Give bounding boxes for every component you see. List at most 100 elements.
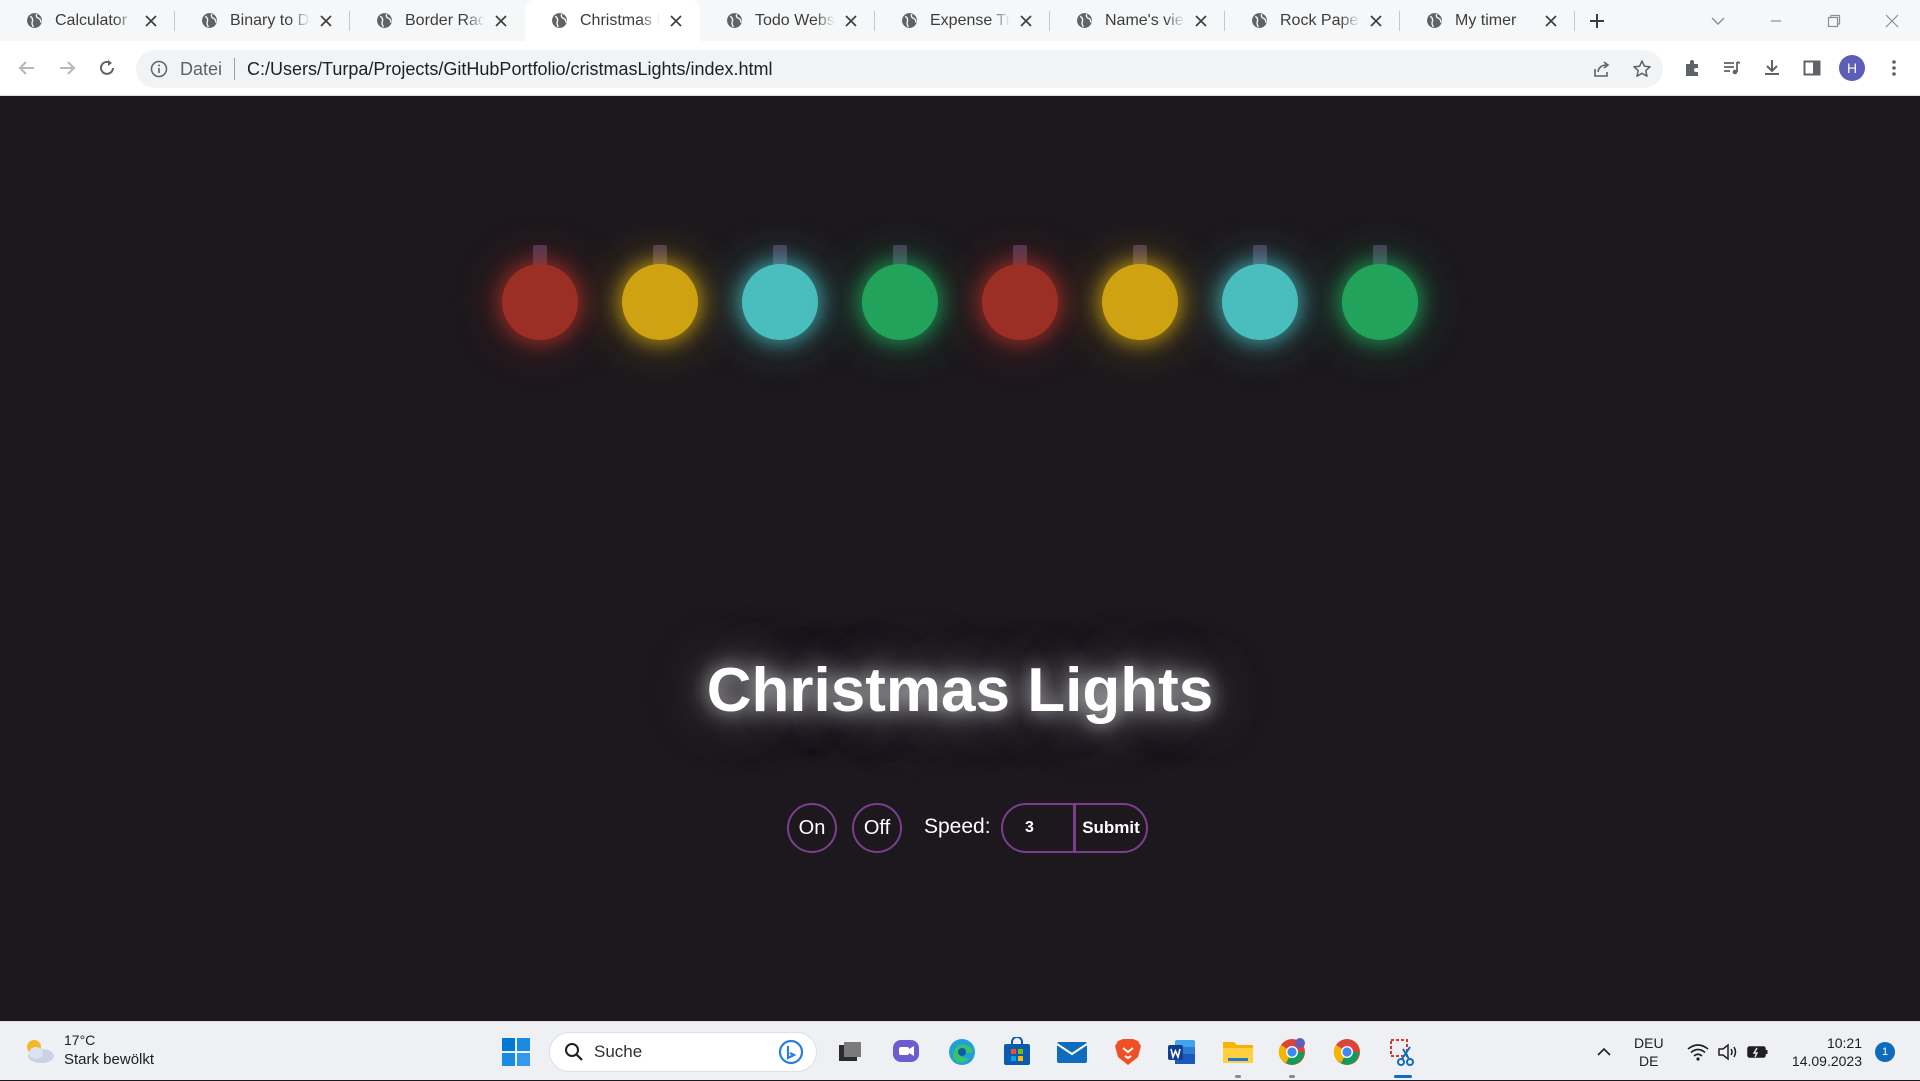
close-icon[interactable] [1191,11,1211,31]
close-icon[interactable] [491,11,511,31]
speed-input[interactable] [1003,805,1073,851]
globe-icon [377,13,392,28]
globe-icon [727,13,742,28]
globe-icon [27,13,42,28]
address-divider [234,58,236,80]
tab-title: Border Radius [405,11,485,29]
search-icon [565,1043,583,1061]
bulb-cap [893,245,907,265]
minimize-button[interactable] [1748,0,1804,41]
task-view-icon [839,1042,861,1061]
tab-calculator[interactable]: Calculator [0,0,175,41]
notification-badge[interactable]: 1 [1875,1042,1895,1062]
close-icon[interactable] [666,11,686,31]
chrome-icon [1278,1038,1305,1065]
tab-names-viewer[interactable]: Name's viewer [1050,0,1225,41]
weather-temperature[interactable]: 17°C [64,1032,95,1048]
volume-button[interactable] [1714,1022,1742,1081]
globe-icon [1077,13,1092,28]
snipping-tool-button[interactable] [1383,1032,1423,1072]
battery-button[interactable] [1744,1022,1772,1081]
edge-icon [949,1039,975,1065]
tab-title: Christmas Lights [580,11,660,29]
show-hidden-icons-button[interactable] [1590,1022,1618,1081]
word-icon [1168,1040,1195,1064]
close-icon[interactable] [1366,11,1386,31]
folder-icon [1223,1042,1253,1063]
speed-form: Submit [1001,803,1148,853]
share-button[interactable] [1584,50,1620,88]
off-button[interactable]: Off [852,803,902,853]
start-button[interactable] [496,1032,536,1072]
light-bulb [1342,264,1418,340]
address-bar[interactable]: Datei C:/Users/Turpa/Projects/GitHubPort… [136,50,1663,88]
close-icon[interactable] [841,11,861,31]
brave-browser-button[interactable] [1108,1032,1148,1072]
system-clock[interactable]: 10:21 14.09.2023 [1786,1034,1862,1070]
url-text[interactable]: C:/Users/Turpa/Projects/GitHubPortfolio/… [247,59,773,80]
extensions-button[interactable] [1676,52,1708,84]
active-app-indicator [1394,1075,1412,1078]
globe-icon [1252,13,1267,28]
close-icon[interactable] [1016,11,1036,31]
file-explorer-button[interactable] [1218,1032,1258,1072]
keyboard-layout: DE [1639,1053,1659,1069]
search-placeholder: Suche [594,1042,643,1061]
submit-button[interactable]: Submit [1073,805,1146,851]
chrome-button[interactable] [1327,1032,1367,1072]
tab-christmas-lights[interactable]: Christmas Lights [525,0,700,41]
battery-charging-icon [1747,1045,1768,1058]
profile-avatar[interactable]: H [1839,55,1865,81]
bookmark-button[interactable] [1624,50,1660,88]
store-icon [1004,1037,1030,1065]
browser-toolbar: Datei C:/Users/Turpa/Projects/GitHubPort… [0,41,1920,96]
bing-icon[interactable] [778,1039,804,1065]
reload-button[interactable] [91,52,123,84]
page-title: Christmas Lights [706,656,1214,725]
restore-button[interactable] [1806,0,1862,41]
close-icon [1885,14,1899,27]
tab-expense-tracker[interactable]: Expense Tracker [875,0,1050,41]
weather-cloudy-icon[interactable] [22,1036,56,1066]
minimize-icon [1771,19,1781,22]
tab-title: Rock Paper Scissors [1280,11,1360,29]
info-icon[interactable] [150,60,168,78]
downloads-button[interactable] [1756,52,1788,84]
forward-button[interactable] [51,52,83,84]
taskbar-search[interactable]: Suche [549,1032,817,1072]
media-control-button[interactable] [1716,52,1748,84]
on-button[interactable]: On [787,803,837,853]
network-button[interactable] [1684,1022,1712,1081]
speed-label: Speed: [924,815,991,838]
task-view-button[interactable] [830,1032,870,1072]
side-panel-button[interactable] [1796,52,1828,84]
close-icon[interactable] [141,11,161,31]
teams-chat-button[interactable] [886,1032,926,1072]
word-button[interactable] [1162,1032,1202,1072]
tab-border-radius[interactable]: Border Radius [350,0,525,41]
chrome-icon [1333,1039,1360,1065]
close-icon[interactable] [316,11,336,31]
snipping-tool-icon [1390,1039,1414,1066]
windows-logo-icon [502,1038,530,1066]
edge-browser-button[interactable] [942,1032,982,1072]
menu-button[interactable] [1878,52,1910,84]
tab-rock-paper-scissors[interactable]: Rock Paper Scissors [1225,0,1400,41]
microsoft-store-button[interactable] [997,1032,1037,1072]
weather-description[interactable]: Stark bewölkt [64,1051,154,1068]
back-button[interactable] [11,52,43,84]
tab-search-button[interactable] [1690,0,1746,41]
bulb-cap [653,245,667,265]
more-vertical-icon [1892,60,1896,76]
chrome-profile-button[interactable] [1272,1032,1312,1072]
input-language-indicator[interactable]: DEU DE [1634,1034,1664,1070]
restore-icon [1827,14,1841,27]
share-icon [1594,61,1610,77]
new-tab-button[interactable] [1577,0,1617,41]
close-icon[interactable] [1541,11,1561,31]
tab-my-timer[interactable]: My timer [1400,0,1575,41]
tab-todo-website[interactable]: Todo Website [700,0,875,41]
mail-button[interactable] [1052,1032,1092,1072]
close-window-button[interactable] [1864,0,1920,41]
tab-binary-to-decimal[interactable]: Binary to Decimal [175,0,350,41]
